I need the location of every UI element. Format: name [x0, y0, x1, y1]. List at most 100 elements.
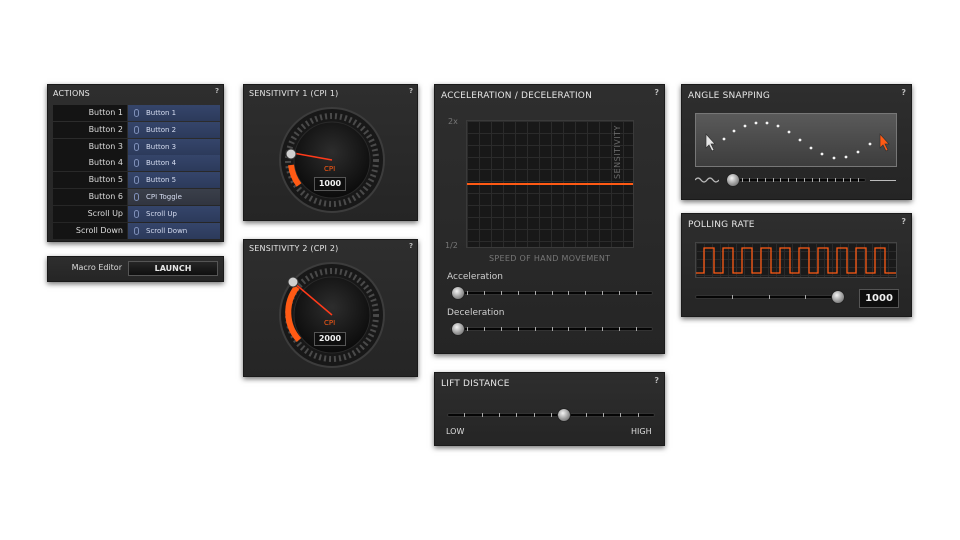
action-assignment-label: CPI Toggle	[146, 193, 182, 201]
sensitivity-1-value[interactable]: 1000	[314, 177, 346, 191]
action-assignment[interactable]: Button 5	[128, 172, 220, 189]
acceleration-label: Acceleration	[447, 272, 503, 282]
slider-tick	[805, 295, 807, 299]
action-assignment[interactable]: CPI Toggle	[128, 189, 220, 205]
slider-tick	[772, 178, 774, 182]
sensitivity-2-value[interactable]: 2000	[314, 332, 346, 346]
action-assignment[interactable]: Button 4	[128, 155, 220, 172]
action-row[interactable]: Button 6 CPI Toggle	[53, 189, 220, 205]
action-row[interactable]: Scroll Up Scroll Up	[53, 205, 220, 222]
action-row[interactable]: Button 5 Button 5	[53, 172, 220, 189]
slider-tick	[749, 178, 751, 182]
polling-rate-slider-handle[interactable]	[831, 290, 845, 304]
x-axis-label: SPEED OF HAND MOVEMENT	[489, 254, 611, 263]
action-label: Scroll Down	[53, 222, 127, 239]
acceleration-title: ACCELERATION / DECELERATION	[441, 91, 593, 101]
help-icon[interactable]: ?	[215, 87, 219, 95]
slider-tick	[466, 327, 468, 331]
slider-tick	[764, 178, 766, 182]
slider-tick	[858, 178, 860, 182]
actions-panel: ACTIONS ? Button 1 Button 1 Button 2 Button…	[47, 84, 224, 242]
polling-rate-value[interactable]: 1000	[859, 289, 899, 308]
slider-tick	[551, 327, 553, 331]
action-row[interactable]: Button 4 Button 4	[53, 155, 220, 172]
y-axis-label: SENSITIVITY	[613, 125, 622, 179]
action-assignment[interactable]: Button 2	[128, 121, 220, 138]
cursor-target-icon	[879, 133, 890, 152]
slider-tick	[602, 291, 604, 295]
slider-tick	[464, 413, 466, 417]
angle-snapping-slider-handle[interactable]	[726, 173, 740, 187]
sensitivity-1-dial[interactable]	[277, 105, 387, 215]
slider-tick	[796, 178, 797, 182]
launch-button[interactable]: LAUNCH	[128, 261, 218, 276]
action-label: Button 5	[53, 172, 127, 189]
slider-tick	[768, 295, 770, 299]
deceleration-label: Deceleration	[447, 308, 505, 318]
macro-panel: Macro Editor LAUNCH	[47, 256, 224, 282]
slider-tick	[603, 413, 604, 417]
help-icon[interactable]: ?	[654, 376, 659, 385]
action-assignment-label: Button 2	[146, 125, 177, 134]
help-icon[interactable]: ?	[409, 87, 413, 95]
slider-tick	[585, 413, 587, 417]
acceleration-slider-handle[interactable]	[451, 286, 465, 300]
action-row[interactable]: Scroll Down Scroll Down	[53, 222, 220, 239]
action-row[interactable]: Button 2 Button 2	[53, 121, 220, 138]
slider-tick	[500, 327, 502, 331]
help-icon[interactable]: ?	[409, 242, 413, 250]
mouse-icon	[134, 193, 139, 201]
sensitivity-2-panel: SENSITIVITY 2 (CPI 2) ? CPI 2000	[243, 239, 418, 377]
action-label: Button 6	[53, 189, 127, 205]
slider-tick	[533, 413, 535, 417]
macro-editor-label: Macro Editor	[71, 263, 122, 272]
slider-tick	[757, 178, 759, 182]
slider-tick	[568, 291, 570, 295]
slider-tick	[551, 291, 553, 295]
slider-tick	[636, 291, 638, 295]
help-icon[interactable]: ?	[901, 88, 906, 97]
straight-line-icon	[870, 180, 896, 181]
deceleration-slider-handle[interactable]	[451, 322, 465, 336]
slider-tick	[517, 327, 519, 331]
acceleration-graph[interactable]	[466, 120, 634, 248]
slider-tick	[466, 291, 468, 295]
angle-snapping-preview	[695, 113, 897, 167]
actions-title: ACTIONS	[53, 89, 90, 98]
slider-tick	[850, 178, 852, 182]
slider-tick	[819, 178, 821, 182]
action-assignment[interactable]: Button 3	[128, 138, 220, 155]
sensitivity-2-unit: CPI	[324, 319, 336, 327]
slider-tick	[585, 291, 587, 295]
slider-tick	[780, 178, 782, 182]
y-bottom-label: 1/2	[445, 241, 458, 250]
slider-tick	[602, 327, 604, 331]
slider-tick	[827, 178, 829, 182]
action-assignment-label: Button 3	[146, 142, 177, 151]
slider-tick	[842, 178, 844, 182]
slider-tick	[483, 291, 485, 295]
action-assignment[interactable]: Scroll Up	[128, 205, 220, 222]
slider-tick	[619, 327, 621, 331]
wave-icon	[695, 177, 719, 183]
action-assignment[interactable]: Scroll Down	[128, 222, 220, 239]
help-icon[interactable]: ?	[654, 88, 659, 97]
slider-tick	[483, 327, 485, 331]
action-row[interactable]: Button 3 Button 3	[53, 138, 220, 155]
sensitivity-1-title: SENSITIVITY 1 (CPI 1)	[249, 89, 339, 98]
angle-snapping-panel: ANGLE SNAPPING ?	[681, 84, 912, 200]
mouse-icon	[134, 176, 139, 185]
slider-tick	[499, 413, 500, 417]
lift-low-label: LOW	[446, 427, 465, 436]
help-icon[interactable]: ?	[901, 217, 906, 226]
action-row[interactable]: Button 1 Button 1	[53, 105, 220, 121]
mouse-icon	[134, 226, 139, 235]
action-assignment[interactable]: Button 1	[128, 105, 220, 121]
lift-distance-title: LIFT DISTANCE	[441, 379, 510, 389]
slider-tick	[500, 291, 502, 295]
mouse-icon	[134, 125, 139, 134]
sensitivity-2-dial[interactable]	[277, 260, 387, 370]
lift-distance-slider-handle[interactable]	[557, 408, 571, 422]
slider-tick	[551, 413, 552, 417]
y-top-label: 2x	[448, 117, 458, 126]
